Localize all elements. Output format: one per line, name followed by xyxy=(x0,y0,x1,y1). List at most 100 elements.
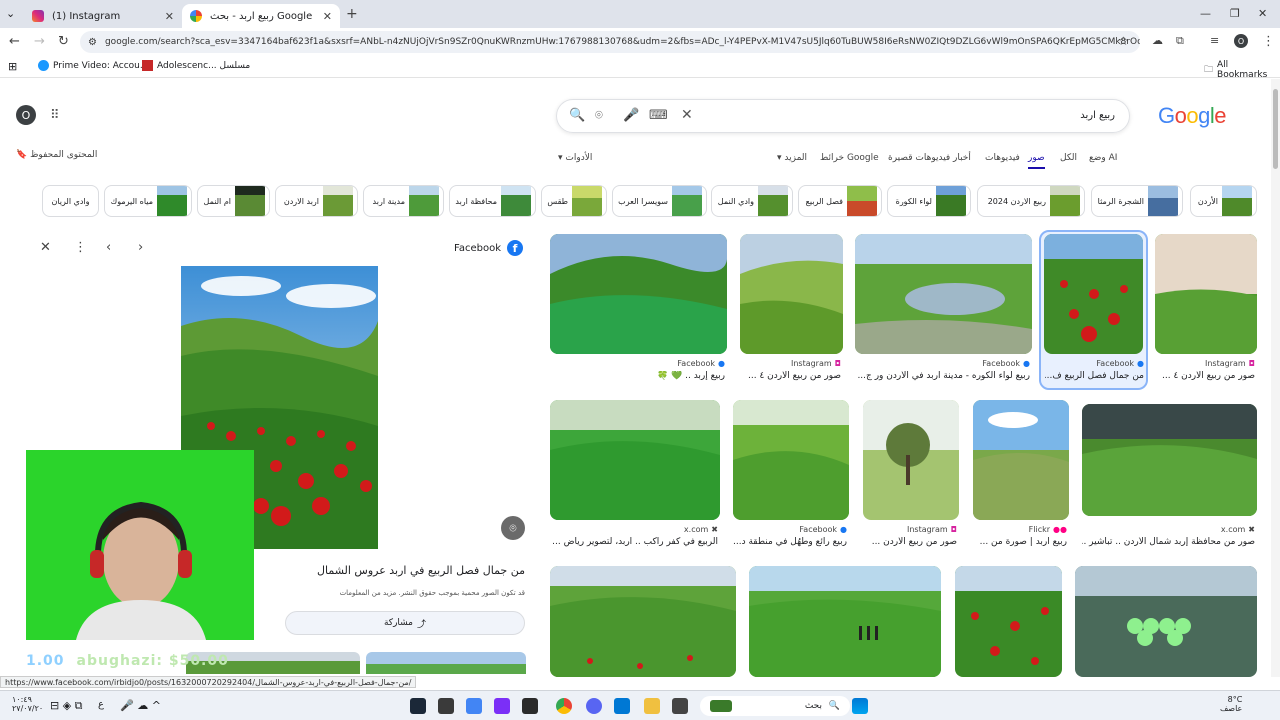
account-avatar[interactable]: O xyxy=(16,105,36,125)
page-scrollbar[interactable] xyxy=(1271,79,1280,677)
chip[interactable]: ام النمل xyxy=(197,185,270,217)
chip[interactable]: الأردن xyxy=(1190,185,1257,217)
chip[interactable]: مياه اليرموك xyxy=(104,185,192,217)
microphone-icon[interactable]: 🎤 ☁ ^ xyxy=(120,699,161,712)
menu-icon[interactable]: ⋮ xyxy=(1262,34,1275,49)
widget-icon[interactable] xyxy=(710,700,732,712)
more-options-icon[interactable]: ⋮ xyxy=(74,240,87,255)
preview-title[interactable]: من جمال فصل الربيع في اربد عروس الشمال xyxy=(317,564,525,577)
bookmark-prime-video[interactable]: Prime Video: Accou... xyxy=(38,60,148,71)
chip[interactable]: وادي النمل xyxy=(711,185,793,217)
tab-more[interactable]: ▾ المزيد xyxy=(777,153,807,163)
microphone-icon[interactable]: 🎤 xyxy=(623,108,639,123)
chip[interactable]: الشجرة الرمثا xyxy=(1091,185,1183,217)
reload-icon[interactable]: ↻ xyxy=(58,34,69,49)
forward-icon[interactable]: → xyxy=(34,34,45,49)
lens-search-icon[interactable]: ⌾ xyxy=(501,516,525,540)
result-caption: صور من ربيع الاردن ٤ ... xyxy=(747,371,841,381)
profile-avatar[interactable]: O xyxy=(1234,34,1248,48)
windows-start-icon[interactable] xyxy=(852,698,868,714)
chip[interactable]: محافظة اربد xyxy=(449,185,536,217)
discord-icon[interactable] xyxy=(586,698,602,714)
chip[interactable]: مدينة اربد xyxy=(363,185,444,217)
bookmark-adolescence[interactable]: Adolescenc... مسلسل xyxy=(142,60,250,71)
file-explorer-icon[interactable] xyxy=(644,698,660,714)
result-image[interactable] xyxy=(550,566,736,677)
chrome-icon[interactable] xyxy=(556,698,572,714)
result-card-selected[interactable]: Facebook ● من جمال فصل الربيع ف... xyxy=(1039,230,1148,390)
tools-button[interactable]: ▾ الأدوات xyxy=(558,153,592,163)
app-icon[interactable] xyxy=(438,698,454,714)
tab-instagram[interactable]: (1) Instagram ✕ xyxy=(24,4,182,28)
all-bookmarks[interactable]: 🗀 All Bookmarks xyxy=(1204,60,1280,80)
tab-shorts[interactable]: فيديوهات قصيرة xyxy=(888,153,950,163)
maximize-icon[interactable]: ❐ xyxy=(1230,7,1240,20)
result-card[interactable]: Facebook ● ربيع إربد .. 💚 🍀 xyxy=(550,234,727,386)
extension-icon[interactable]: ☁ xyxy=(1152,34,1163,47)
site-info-icon[interactable]: ⚙ xyxy=(88,37,97,48)
close-tab-icon[interactable]: ✕ xyxy=(165,10,174,23)
chip[interactable]: ربيع الاردن 2024 xyxy=(977,185,1085,217)
chip[interactable]: اربد الاردن xyxy=(275,185,358,217)
result-card[interactable]: Flickr ●● ربيع اربد | صورة من ... xyxy=(973,400,1069,552)
app-icon[interactable] xyxy=(522,698,538,714)
app-icon[interactable] xyxy=(672,698,688,714)
close-window-icon[interactable]: ✕ xyxy=(1258,7,1267,20)
apps-grid-icon[interactable]: ⊞ xyxy=(8,60,17,73)
tab-news[interactable]: أخبار xyxy=(953,153,971,163)
chip[interactable]: وادي الريان xyxy=(42,185,99,217)
result-card[interactable]: Facebook ● ربيع لواء الكوره - مدينة اربد … xyxy=(855,234,1032,386)
tab-all[interactable]: الكل xyxy=(1060,153,1077,163)
weather-widget[interactable]: 8°C عاصف xyxy=(1220,695,1242,713)
result-card[interactable]: x.com ✖ صور من محافظة إربد شمال الأردن ..… xyxy=(1082,404,1257,552)
result-card[interactable]: Instagram ◘ صور من ربيع الاردن ٤ ... xyxy=(1155,234,1257,386)
tab-search-icon[interactable]: ⌄ xyxy=(6,7,15,20)
tab-ai-mode[interactable]: وضع AI xyxy=(1089,153,1117,163)
app-icon[interactable] xyxy=(466,698,482,714)
steam-icon[interactable] xyxy=(410,698,426,714)
reading-list-icon[interactable]: ≡ xyxy=(1210,34,1219,47)
tab-google-search[interactable]: ربيع اربد - بحث Google ✕ xyxy=(182,4,340,28)
minimize-icon[interactable]: — xyxy=(1200,7,1211,20)
puzzle-icon[interactable]: ⧉ xyxy=(1176,34,1184,48)
chip[interactable]: لواء الكورة xyxy=(887,185,971,217)
store-icon[interactable] xyxy=(614,698,630,714)
result-image[interactable] xyxy=(955,566,1062,677)
address-bar[interactable]: ⚙ google.com/search?sca_esv=3347164baf62… xyxy=(80,31,1140,53)
share-button[interactable]: مشاركة ⤴ xyxy=(285,611,525,635)
tab-maps[interactable]: خرائط Google xyxy=(820,153,879,163)
system-clock[interactable]: ١٠:٤٩ ٢٧/٠٧/٢٠ xyxy=(12,695,43,713)
result-card[interactable]: Facebook ● ربيع رائع وطُهُل في منطقة د... xyxy=(733,400,849,552)
tab-images[interactable]: صور xyxy=(1028,153,1045,169)
language-indicator[interactable]: ع xyxy=(98,699,104,710)
previous-icon[interactable]: ‹ xyxy=(106,240,111,255)
app-icon[interactable] xyxy=(494,698,510,714)
tray-icons[interactable]: ⊟ ◈ ⧉ xyxy=(50,699,83,713)
chip[interactable]: فصل الربيع xyxy=(798,185,882,217)
chip[interactable]: طقس xyxy=(541,185,607,217)
google-apps-icon[interactable]: ⠿ xyxy=(50,108,60,123)
preview-source[interactable]: Facebook xyxy=(454,243,501,254)
result-image[interactable] xyxy=(1075,566,1257,677)
new-tab-icon[interactable]: + xyxy=(346,6,358,22)
clear-icon[interactable]: ✕ xyxy=(681,107,693,123)
result-card[interactable]: Instagram ◘ صور من ربيع الاردن ... xyxy=(863,400,959,552)
next-icon[interactable]: › xyxy=(138,240,143,255)
bookmark-star-icon[interactable]: ☆ xyxy=(1118,34,1129,48)
scrollbar-thumb[interactable] xyxy=(1273,89,1278,169)
related-thumbnail[interactable] xyxy=(366,652,526,674)
result-card[interactable]: Instagram ◘ صور من ربيع الاردن ٤ ... xyxy=(740,234,843,386)
search-box[interactable]: ربيع اربد 🔍 ⌾ 🎤 ⌨ ✕ xyxy=(556,99,1130,133)
result-image[interactable] xyxy=(749,566,941,677)
close-icon[interactable]: ✕ xyxy=(40,240,51,255)
search-icon[interactable]: 🔍 xyxy=(569,108,585,123)
chip[interactable]: سويسرا العرب xyxy=(612,185,707,217)
search-input[interactable]: ربيع اربد xyxy=(1080,110,1115,121)
close-tab-icon[interactable]: ✕ xyxy=(323,10,332,23)
result-card[interactable]: x.com ✖ الربيع في كفر راكب .. اربد، لتصوي… xyxy=(550,400,720,552)
keyboard-icon[interactable]: ⌨ xyxy=(649,108,668,123)
lens-icon[interactable]: ⌾ xyxy=(595,108,603,123)
tab-videos[interactable]: فيديوهات xyxy=(985,153,1020,163)
back-icon[interactable]: ← xyxy=(9,34,20,49)
google-logo[interactable]: Google xyxy=(1158,103,1227,129)
